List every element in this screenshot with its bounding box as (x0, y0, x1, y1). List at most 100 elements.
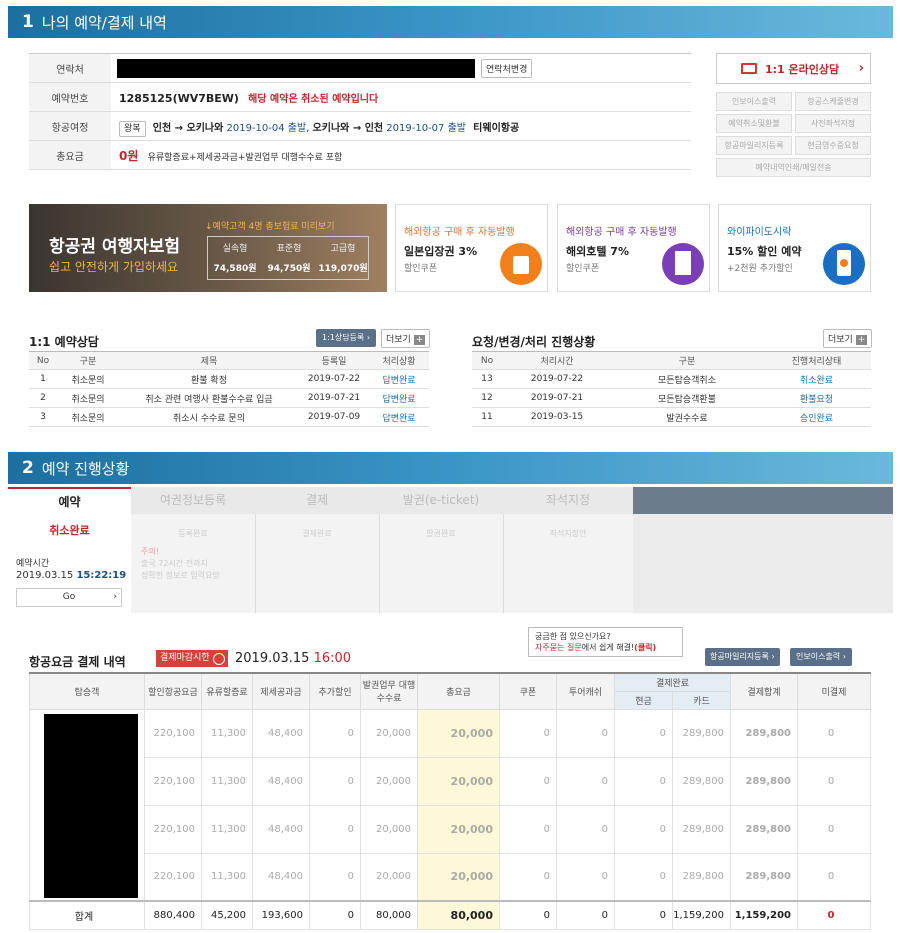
itinerary-leg2-date: 2019-10-07 출발 (386, 122, 466, 134)
banner4-title: 15% 할인 예약 (727, 245, 802, 258)
banner2-title: 일본입장권 3% (404, 245, 478, 258)
cell-subject-link[interactable]: 취소 관련 여행사 환불수수료 입금 (119, 388, 299, 408)
cell-extra-discount: 0 (309, 852, 361, 902)
chevron-right-icon: › (842, 652, 846, 661)
deadline-date: 2019.03.15 (235, 651, 310, 666)
passenger-redacted (44, 713, 138, 898)
hotel-banner[interactable]: 해외항공 구매 후 자동발행 해외호텔 7% 할인쿠폰 (557, 204, 710, 292)
table-row: 220,100 11,300 48,400 0 20,000 20,000 0 0 0 289,8… (29, 708, 871, 902)
col-extra-discount: 추가할인 (309, 672, 361, 710)
faq-tooltip-line1: 궁금한 점 있으신가요? (535, 632, 611, 641)
insurance-banner[interactable]: 항공권 여행자보험 쉽고 안전하게 가입하세요 ↓예약고객 4명 총보험료 미리… (29, 204, 387, 292)
cell-no: 11 (472, 407, 502, 427)
plan-premium-label: 고급형 (330, 244, 356, 254)
schedule-change-button[interactable]: 항공스케줄변경 (795, 92, 871, 111)
cash-receipt-button[interactable]: 현금영수증요청 (795, 136, 871, 155)
cell-cash: 0 (614, 804, 673, 854)
cell-cash: 0 (614, 756, 673, 806)
cell-fuel: 11,300 (201, 756, 253, 806)
consult-register-button[interactable]: 1:1상담등록 › (316, 329, 377, 347)
cell-discount-fare: 220,100 (144, 756, 202, 806)
itinerary-label: 항공여정 (29, 111, 111, 141)
total-value: 0원 (119, 148, 139, 163)
col-no: No (472, 351, 502, 370)
banner3-title: 해외호텔 7% (566, 245, 629, 258)
col-tax: 제세공과금 (252, 672, 310, 710)
chevron-right-icon: › (771, 652, 775, 661)
faq-link[interactable]: 자주묻는 질문 (535, 643, 582, 652)
cell-status: 환불요청 (762, 388, 871, 408)
faq-tooltip-text: 에서 쉽게 해결! (581, 643, 635, 652)
cell-no: 2 (29, 388, 57, 408)
section1-header: 1 나의 예약/결제 내역 (8, 6, 893, 38)
col-cash: 현금 (614, 690, 673, 710)
banner2-top: 해외항공 구매 후 자동발행 (404, 227, 515, 238)
cell-date: 2019-07-21 (299, 388, 369, 408)
table-row[interactable]: 3 취소문의 취소시 수수료 문의 2019-07-09 답변완료 (29, 407, 429, 427)
section-number: 1 (22, 12, 34, 32)
banner3-sub: 할인쿠폰 (566, 264, 600, 274)
cell-discount-fare: 220,100 (144, 804, 202, 854)
chevron-right-icon: › (366, 333, 371, 342)
table-row: 11 2019-03-15 발권수수료 승인완료 (472, 407, 871, 427)
cell-time: 2019-03-15 (502, 407, 612, 427)
faq-click[interactable]: (클릭) (634, 643, 656, 652)
cell-unpaid: 0 (797, 852, 871, 902)
cell-agency-fee: 20,000 (360, 756, 418, 806)
cell-coupon: 0 (499, 804, 557, 854)
invoice-print-button[interactable]: 인보이스출력 (716, 92, 792, 111)
faq-tooltip[interactable]: 궁금한 점 있으신가요? 자주묻는 질문에서 쉽게 해결!(클릭) (528, 627, 683, 657)
wifi-phone-icon (823, 243, 865, 285)
wifi-banner[interactable]: 와이파이도시락 15% 할인 예약 +2천원 추가할인 (718, 204, 871, 292)
table-row[interactable]: 1 취소문의 환불 확정 2019-07-22 답변완료 (29, 369, 429, 389)
cell-fuel: 11,300 (201, 852, 253, 902)
cell-tax: 48,400 (252, 756, 310, 806)
insurance-note: ↓예약고객 4명 총보험료 미리보기 (205, 222, 335, 232)
payment-status: 결제완료 (302, 529, 332, 538)
itinerary-leg1-date: 2019-10-04 출발 (226, 122, 307, 134)
table-row[interactable]: 2 취소문의 취소 관련 여행사 환불수수료 입금 2019-07-21 답변완료 (29, 388, 429, 408)
plan-standard-label: 표준형 (276, 244, 302, 254)
cell-tax: 48,400 (252, 852, 310, 902)
more-label: 더보기 (386, 335, 411, 345)
col-status: 진행처리상태 (762, 351, 871, 370)
consult-more-button[interactable]: 더보기 + (381, 329, 431, 348)
col-passenger: 탑승객 (29, 672, 145, 710)
go-label: Go (62, 592, 76, 602)
mileage-button[interactable]: 항공마일리지등록 › (705, 648, 780, 666)
cell-fuel: 11,300 (201, 804, 253, 854)
col-time: 처리시간 (502, 351, 612, 370)
hotel-icon (662, 243, 704, 285)
mileage-label: 항공마일리지등록 (710, 652, 769, 661)
japan-ticket-banner[interactable]: 해외항공 구매 후 자동발행 일본입장권 3% 할인쿠폰 (395, 204, 548, 292)
request-more-button[interactable]: 더보기 + (823, 329, 873, 348)
seat-assign-button[interactable]: 사전좌석지정 (795, 114, 871, 133)
cell-unpaid: 0 (797, 804, 871, 854)
cancel-refund-button[interactable]: 예약취소및환불 (716, 114, 792, 133)
total-row: 합계 880,400 45,200 193,600 0 80,000 80,000 0 0 0 1… (29, 900, 871, 930)
cell-agency-fee: 20,000 (360, 708, 418, 758)
reservation-time-label: 예약시간 (16, 559, 50, 569)
step-reservation: 예약 (8, 487, 131, 514)
cell-type: 발권수수료 (612, 407, 762, 427)
col-type: 구분 (57, 351, 119, 370)
plan-basic-label: 실속형 (222, 244, 248, 254)
cell-no: 1 (29, 369, 57, 389)
cell-subject-link[interactable]: 취소시 수수료 문의 (119, 407, 299, 427)
cell-subject-link[interactable]: 환불 확정 (119, 369, 299, 389)
itinerary-leg2: 오키나와 → 인천 (312, 122, 384, 134)
banner4-top: 와이파이도시락 (727, 227, 792, 238)
ticket-icon (500, 243, 542, 285)
deadline-badge: 결제마감시한 (156, 650, 228, 667)
cell-tourcash: 0 (556, 804, 615, 854)
invoice-button[interactable]: 인보이스출력 › (790, 648, 852, 666)
online-consult-button[interactable]: 1:1 온라인상담 › (716, 53, 871, 84)
sum-pay-sum: 1,159,200 (730, 900, 798, 930)
cell-pay-sum: 289,800 (730, 804, 798, 854)
mileage-register-button[interactable]: 항공마일리지등록 (716, 136, 792, 155)
reservation-no-label: 예약번호 (29, 82, 111, 112)
go-button[interactable]: Go › (16, 588, 122, 607)
table-row: 12 2019-07-21 모든탑승객환불 환불요청 (472, 388, 871, 408)
print-email-button[interactable]: 예약내역인쇄/메일전송 (716, 158, 871, 177)
contact-change-button[interactable]: 연락처변경 (481, 58, 533, 78)
